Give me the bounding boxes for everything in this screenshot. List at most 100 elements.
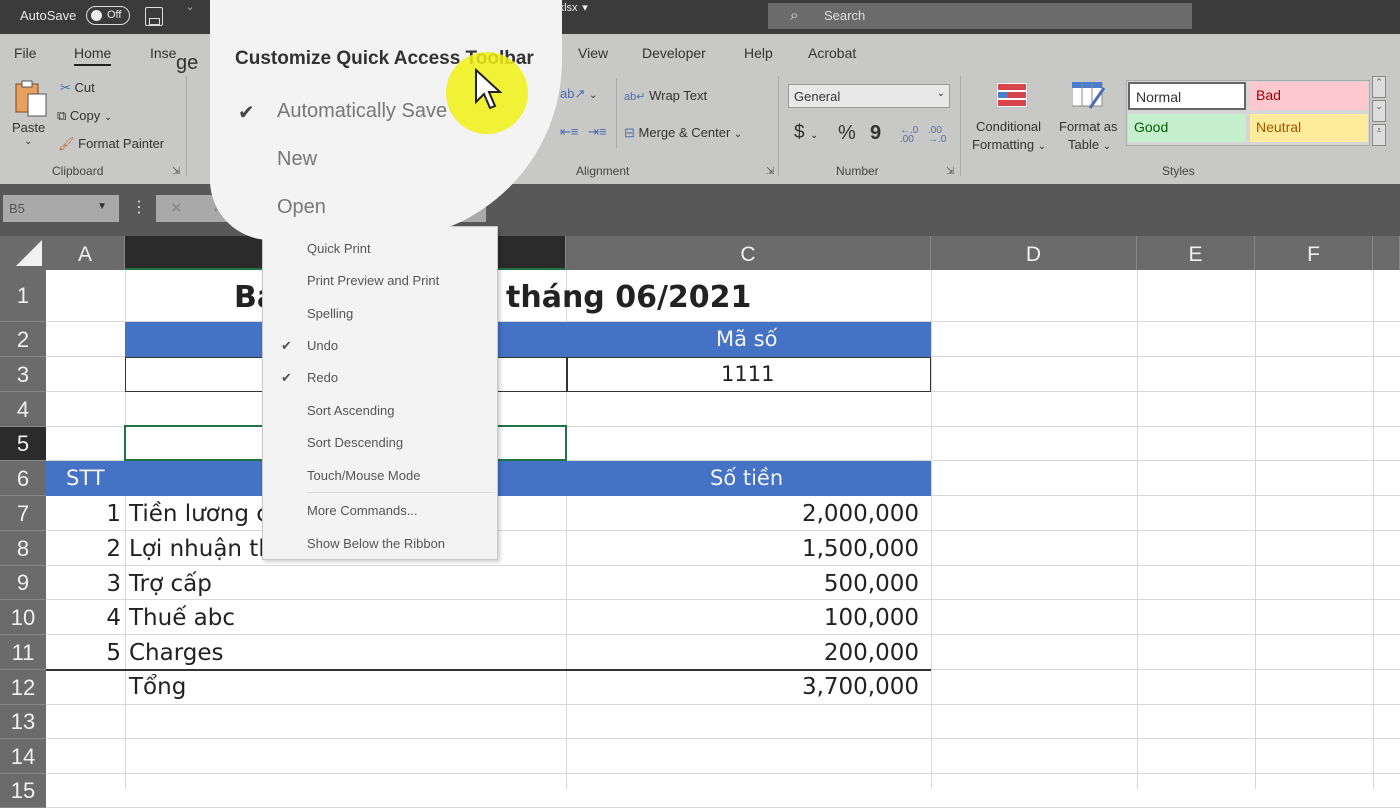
row-header-5[interactable]: 5: [0, 427, 46, 461]
styles-more-icon[interactable]: ⩡: [1372, 124, 1386, 146]
menu-item-print-preview[interactable]: Print Preview and Print: [307, 273, 439, 288]
format-as-table-label-1[interactable]: Format as: [1059, 119, 1118, 134]
tab-file[interactable]: File: [14, 45, 37, 61]
stt-cell[interactable]: 1: [106, 501, 121, 527]
amount-cell[interactable]: 2,000,000: [802, 501, 919, 527]
number-format-dropdown[interactable]: General ⌄: [788, 84, 950, 108]
row-header-7[interactable]: 7: [0, 496, 46, 531]
row-header-4[interactable]: 4: [0, 392, 46, 427]
paste-chevron-icon[interactable]: ⌄: [24, 136, 32, 147]
total-amount[interactable]: 3,700,000: [802, 674, 919, 700]
style-normal[interactable]: Normal: [1128, 82, 1246, 110]
row-header-2[interactable]: 2: [0, 322, 46, 357]
column-header-g[interactable]: [1373, 236, 1400, 270]
menu-item-open[interactable]: Open: [277, 196, 326, 219]
menu-item-sort-descending[interactable]: Sort Descending: [307, 435, 403, 450]
cut-button[interactable]: ✂ Cut: [60, 80, 95, 96]
name-box[interactable]: B5 ▼: [3, 195, 119, 222]
row-header-14[interactable]: 14: [0, 739, 46, 774]
row-header-9[interactable]: 9: [0, 566, 46, 600]
amount-cell[interactable]: 500,000: [824, 571, 919, 597]
orientation-button[interactable]: ab↗ ⌄: [560, 86, 597, 102]
tab-page-layout-fragment[interactable]: ge: [176, 52, 198, 75]
row-header-1[interactable]: 1: [0, 270, 46, 322]
menu-item-quick-print[interactable]: Quick Print: [307, 241, 371, 256]
search-input[interactable]: ⌕ Search: [768, 3, 1192, 29]
row-header-6[interactable]: 6: [0, 461, 46, 496]
menu-item-automatically-save[interactable]: Automatically Save: [277, 100, 447, 123]
comma-style-button[interactable]: 9: [870, 122, 881, 145]
item-name-cell[interactable]: Trợ cấp: [129, 571, 212, 597]
item-name-cell[interactable]: Tiền lương c: [129, 501, 269, 527]
row-header-15[interactable]: 15: [0, 774, 46, 808]
menu-item-new[interactable]: New: [277, 148, 317, 171]
conditional-formatting-label-1[interactable]: Conditional: [976, 119, 1041, 134]
row-header-13[interactable]: 13: [0, 705, 46, 739]
menu-item-more-commands[interactable]: More Commands...: [307, 503, 418, 518]
cancel-icon[interactable]: ✕: [170, 199, 183, 217]
total-label[interactable]: Tổng: [129, 674, 186, 700]
row-header-3[interactable]: 3: [0, 357, 46, 392]
tab-acrobat[interactable]: Acrobat: [808, 45, 856, 61]
menu-item-spelling[interactable]: Spelling: [307, 306, 353, 321]
column-header-a[interactable]: A: [46, 236, 125, 270]
styles-scroll-down-icon[interactable]: ⌄: [1372, 100, 1386, 122]
save-icon[interactable]: [145, 7, 163, 26]
column-header-f[interactable]: F: [1255, 236, 1373, 270]
menu-item-undo[interactable]: Undo: [307, 338, 338, 353]
menu-item-touch-mouse-mode[interactable]: Touch/Mouse Mode: [307, 468, 420, 483]
row-header-12[interactable]: 12: [0, 670, 46, 705]
item-name-cell[interactable]: Thuế abc: [129, 605, 235, 631]
tab-insert[interactable]: Inse: [150, 45, 176, 61]
wrap-text-button[interactable]: ab↵ Wrap Text: [624, 88, 707, 103]
number-launcher-icon[interactable]: ⇲: [946, 166, 954, 177]
item-name-cell[interactable]: Charges: [129, 640, 224, 666]
row-header-10[interactable]: 10: [0, 600, 46, 635]
decrease-decimal-button[interactable]: .00 →.0: [928, 126, 952, 145]
increase-decimal-button[interactable]: ←.0 .00: [900, 126, 924, 145]
tab-view[interactable]: View: [578, 45, 608, 61]
clipboard-launcher-icon[interactable]: ⇲: [172, 166, 180, 177]
column-header-d[interactable]: D: [931, 236, 1137, 270]
currency-button[interactable]: $ ⌄: [794, 122, 818, 144]
tab-help[interactable]: Help: [744, 45, 773, 61]
format-as-table-icon[interactable]: [1071, 81, 1106, 113]
stt-cell[interactable]: 3: [106, 571, 121, 597]
amount-cell[interactable]: 100,000: [824, 605, 919, 631]
amount-cell[interactable]: 200,000: [824, 640, 919, 666]
style-neutral[interactable]: Neutral: [1250, 114, 1368, 142]
merge-center-button[interactable]: ⊟ Merge & Center ⌄: [624, 125, 742, 141]
style-bad[interactable]: Bad: [1250, 82, 1368, 110]
conditional-formatting-icon[interactable]: [995, 81, 1029, 111]
ma-so-value[interactable]: 1111: [721, 362, 774, 386]
menu-item-show-below-ribbon[interactable]: Show Below the Ribbon: [307, 536, 445, 551]
tab-home[interactable]: Home: [74, 45, 112, 66]
conditional-formatting-button[interactable]: Formatting ⌄: [972, 137, 1046, 152]
row-header-8[interactable]: 8: [0, 531, 46, 566]
increase-indent-icon[interactable]: ⇥≡: [588, 124, 606, 140]
format-painter-button[interactable]: 🖌 Format Painter: [58, 136, 164, 152]
autosave-toggle[interactable]: Off: [86, 6, 130, 25]
amount-cell[interactable]: 1,500,000: [802, 536, 919, 562]
alignment-launcher-icon[interactable]: ⇲: [766, 166, 774, 177]
row-header-11[interactable]: 11: [0, 635, 46, 670]
select-all-button[interactable]: [0, 236, 46, 270]
menu-item-sort-ascending[interactable]: Sort Ascending: [307, 403, 394, 418]
menu-item-redo[interactable]: Redo: [307, 370, 338, 385]
stt-cell[interactable]: 2: [106, 536, 121, 562]
paste-button[interactable]: [14, 80, 50, 120]
percent-button[interactable]: %: [838, 122, 856, 145]
format-as-table-button[interactable]: Table ⌄: [1068, 137, 1111, 152]
styles-scroll-up-icon[interactable]: ⌃: [1372, 76, 1386, 98]
decrease-indent-icon[interactable]: ⇤≡: [560, 124, 578, 140]
qat-undo-chevron-icon[interactable]: ⌄: [170, 0, 210, 18]
column-header-e[interactable]: E: [1137, 236, 1255, 270]
style-good[interactable]: Good: [1128, 114, 1246, 142]
copy-button[interactable]: ⧉ Copy ⌄: [57, 108, 112, 124]
tab-developer[interactable]: Developer: [642, 45, 706, 61]
stt-cell[interactable]: 5: [106, 640, 121, 666]
column-header-c[interactable]: C: [566, 236, 931, 270]
item-name-cell[interactable]: Lợi nhuận th: [129, 536, 273, 562]
stt-cell[interactable]: 4: [106, 605, 121, 631]
more-options-icon[interactable]: ⋮: [131, 197, 147, 217]
